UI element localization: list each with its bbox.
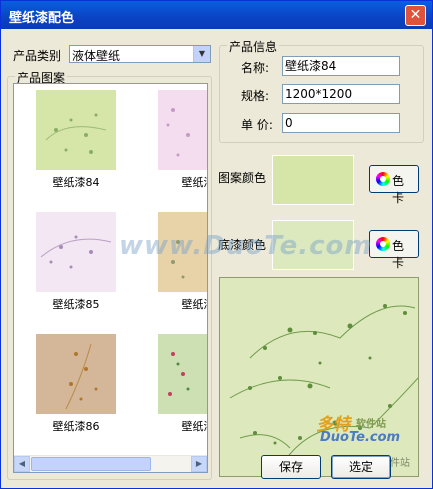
pattern-name: 壁纸漆85	[52, 298, 100, 311]
pattern-name: 壁纸漆	[181, 420, 208, 433]
category-label: 产品类别	[13, 49, 62, 63]
category-value: 液体壁纸	[72, 49, 121, 63]
save-button[interactable]: 保存	[261, 455, 321, 479]
product-info-title: 产品信息	[227, 38, 280, 55]
floral-pattern-icon	[45, 113, 107, 154]
category-select[interactable]: 液体壁纸 ▼	[69, 45, 211, 63]
price-field[interactable]: 0	[282, 113, 400, 133]
pattern-name: 壁纸漆	[181, 298, 208, 311]
pattern-preview: 多特 软件站 DuoTe.com 软件站	[219, 277, 419, 477]
name-field[interactable]: 壁纸漆84	[282, 56, 400, 76]
floral-pattern-icon	[166, 108, 190, 157]
color-card-label: 色 卡	[392, 239, 405, 270]
pattern-color-label: 图案颜色	[218, 171, 267, 185]
dialog-window: 壁纸漆配色 ✕ 产品类别 液体壁纸 ▼ 产品图案 壁纸漆84 壁纸漆 壁纸漆85…	[0, 0, 433, 489]
color-wheel-icon	[376, 172, 390, 186]
watermark-logo-sub: 软件站	[356, 419, 386, 430]
watermark-logo-site: DuoTe.com	[320, 430, 401, 445]
pattern-thumbnail[interactable]	[36, 334, 116, 414]
pattern-thumbnail[interactable]	[158, 334, 207, 414]
spec-label: 规格:	[241, 89, 270, 103]
pattern-thumbnail[interactable]	[158, 90, 207, 170]
scroll-left-button[interactable]: ◀	[14, 456, 30, 472]
pattern-name: 壁纸漆	[181, 176, 208, 189]
horizontal-scrollbar[interactable]: ◀ ▶	[14, 455, 207, 472]
floral-preview-icon	[229, 304, 418, 469]
pattern-color-swatch	[272, 155, 354, 205]
pattern-name: 壁纸漆84	[52, 176, 100, 189]
pattern-thumbnail[interactable]	[36, 212, 116, 292]
title-bar[interactable]: 壁纸漆配色 ✕	[1, 1, 432, 29]
pattern-thumbnail[interactable]	[36, 90, 116, 170]
base-color-card-button[interactable]: 色 卡	[369, 230, 419, 270]
floral-pattern-icon	[168, 352, 190, 396]
color-card-label: 色 卡	[392, 174, 405, 205]
price-label: 单 价:	[241, 118, 273, 132]
floral-pattern-icon	[65, 343, 98, 410]
window-title: 壁纸漆配色	[9, 11, 75, 26]
patterns-list[interactable]: 壁纸漆84 壁纸漆 壁纸漆85 壁纸漆 壁纸漆86 壁纸漆 ◀ ▶	[13, 83, 208, 473]
scroll-right-button[interactable]: ▶	[191, 456, 207, 472]
site-watermark: www.DuoTe.com	[119, 231, 373, 261]
spec-field[interactable]: 1200*1200	[282, 84, 400, 104]
pattern-color-card-button[interactable]: 色 卡	[369, 165, 419, 205]
floral-pattern-icon	[40, 235, 112, 269]
pattern-name: 壁纸漆86	[52, 420, 100, 433]
chevron-down-icon[interactable]: ▼	[193, 46, 210, 62]
scroll-thumb[interactable]	[31, 457, 151, 471]
close-button[interactable]: ✕	[405, 5, 426, 26]
name-label: 名称:	[241, 61, 270, 75]
select-button[interactable]: 选定	[331, 455, 391, 479]
color-wheel-icon	[376, 237, 390, 251]
